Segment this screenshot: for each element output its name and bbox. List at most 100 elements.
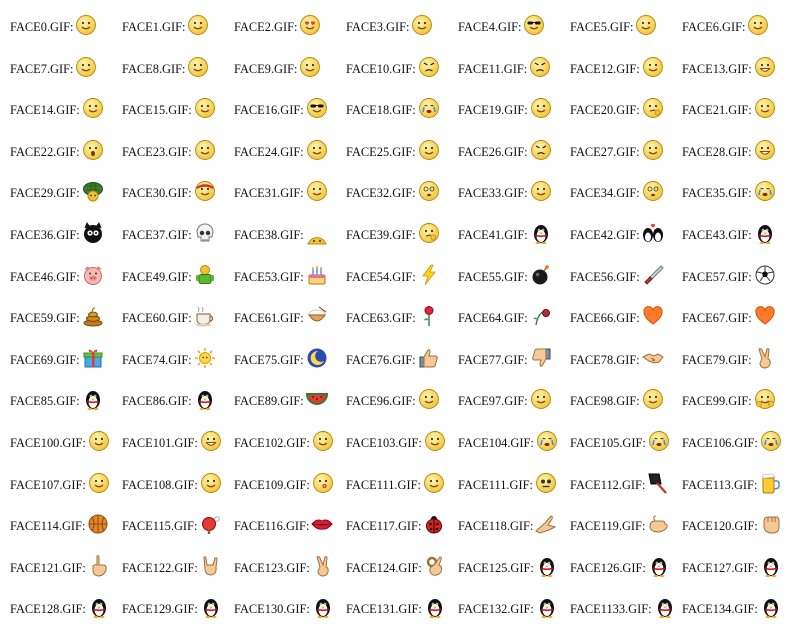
emoticon-filename: FACE132.GIF: <box>458 602 534 617</box>
emoticon-item: FACE21.GIF: <box>682 93 776 119</box>
emoticon-item: FACE24.GIF: <box>234 135 328 161</box>
emoticon-item: FACE28.GIF: <box>682 135 776 161</box>
penguin-icon <box>424 596 446 619</box>
pig-icon <box>82 264 104 286</box>
emoticon-item: FACE53.GIF: <box>234 260 328 286</box>
smiley-face-icon <box>306 139 328 161</box>
heart-icon <box>642 305 664 327</box>
angry-red-face-icon <box>530 139 552 161</box>
emoticon-item: FACE96.GIF: <box>346 384 440 410</box>
emoticon-filename: FACE114.GIF: <box>10 519 86 534</box>
emoticon-filename: FACE63.GIF: <box>346 311 416 326</box>
emoticon-filename: FACE124.GIF: <box>346 560 422 575</box>
thumbs-down-icon <box>530 347 552 369</box>
emoticon-item: FACE3.GIF: <box>346 10 433 36</box>
penguin-icon <box>760 596 782 619</box>
emoticon-item: FACE79.GIF: <box>682 343 776 369</box>
emoticon-item: FACE37.GIF: <box>122 218 216 244</box>
emoticon-filename: FACE127.GIF: <box>682 560 758 575</box>
emoticon-filename: FACE0.GIF: <box>10 20 74 34</box>
emoticon-filename: FACE134.GIF: <box>682 602 758 617</box>
emoticon-filename: FACE2.GIF: <box>234 20 298 34</box>
emoticon-item: FACE107.GIF: <box>10 468 110 494</box>
emoticon-item: FACE102.GIF: <box>234 426 334 452</box>
emoticon-item: FACE30.GIF: <box>122 176 216 202</box>
emoticon-item: FACE111.GIF: <box>458 468 557 494</box>
smiley-face-icon <box>642 388 664 410</box>
emoticon-filename: FACE113.GIF: <box>682 477 758 492</box>
emoticon-filename: FACE67.GIF: <box>682 311 752 326</box>
emoticon-filename: FACE125.GIF: <box>458 560 534 575</box>
emoticon-item: FACE12.GIF: <box>570 52 664 78</box>
smiley-face-icon <box>82 97 104 119</box>
emoticon-item: FACE128.GIF: <box>10 592 110 619</box>
emoticon-filename: FACE43.GIF: <box>682 228 752 242</box>
bandana-face-icon <box>194 180 216 202</box>
emoticon-item: FACE67.GIF: <box>682 301 776 327</box>
emoticon-filename: FACE55.GIF: <box>458 269 528 284</box>
bomb-icon <box>530 264 552 286</box>
basketball-icon <box>87 513 109 535</box>
grin-face-icon <box>200 430 222 452</box>
smiley-face-icon <box>200 472 222 494</box>
emoticon-filename: FACE38.GIF: <box>234 228 304 242</box>
emoticon-item: FACE113.GIF: <box>682 468 781 494</box>
emoticon-filename: FACE120.GIF: <box>682 519 758 534</box>
emoticon-filename: FACE108.GIF: <box>122 477 198 492</box>
emoticon-item: FACE134.GIF: <box>682 592 782 619</box>
emoticon-filename: FACE85.GIF: <box>10 394 80 409</box>
emoticon-item: FACE132.GIF: <box>458 592 558 619</box>
emoticon-item: FACE89.GIF: <box>234 384 328 410</box>
rose-icon <box>418 305 440 327</box>
emoticon-filename: FACE59.GIF: <box>10 311 80 326</box>
emoticon-filename: FACE79.GIF: <box>682 352 752 367</box>
emoticon-filename: FACE5.GIF: <box>570 20 634 34</box>
emoticon-filename: FACE28.GIF: <box>682 144 752 159</box>
smiley-face-icon <box>530 97 552 119</box>
emoticon-grid: FACE0.GIF: FACE1.GIF: FACE2.GIF: FACE3.GIF:… <box>0 0 799 628</box>
emoticon-filename: FACE130.GIF: <box>234 602 310 617</box>
emoticon-item: FACE29.GIF: <box>10 176 104 202</box>
emoticon-filename: FACE111.GIF: <box>458 477 533 492</box>
emoticon-filename: FACE30.GIF: <box>122 186 192 201</box>
emoticon-item: FACE105.GIF: <box>570 426 670 452</box>
emoticon-filename: FACE76.GIF: <box>346 352 416 367</box>
emoticon-item: FACE120.GIF: <box>682 509 782 535</box>
lips-icon <box>311 513 334 535</box>
emoticon-item: FACE106.GIF: <box>682 426 782 452</box>
emoticon-item: FACE39.GIF: <box>346 218 440 244</box>
grin-face-icon <box>754 56 776 78</box>
emoticon-filename: FACE32.GIF: <box>346 186 416 201</box>
emoticon-item: FACE117.GIF: <box>346 509 445 535</box>
rice-bowl-icon <box>306 305 328 327</box>
emoticon-item: FACE15.GIF: <box>122 93 216 119</box>
crying-face-icon <box>418 97 440 119</box>
smiley-face-icon <box>642 139 664 161</box>
emoticon-item: FACE25.GIF: <box>346 135 440 161</box>
emoticon-filename: FACE19.GIF: <box>458 103 528 118</box>
pointing-hand-icon <box>88 555 110 577</box>
gift-icon <box>82 347 104 369</box>
crying-face-icon <box>754 180 776 202</box>
emoticon-item: FACE31.GIF: <box>234 176 328 202</box>
emoticon-filename: FACE121.GIF: <box>10 560 86 575</box>
emoticon-filename: FACE97.GIF: <box>458 394 528 409</box>
emoticon-item: FACE26.GIF: <box>458 135 552 161</box>
emoticon-filename: FACE36.GIF: <box>10 228 80 242</box>
emoticon-filename: FACE1133.GIF: <box>570 602 652 617</box>
emoticon-filename: FACE78.GIF: <box>570 352 640 367</box>
emoticon-item: FACE0.GIF: <box>10 10 97 36</box>
ladybug-icon <box>423 513 445 535</box>
emoticon-filename: FACE66.GIF: <box>570 311 640 326</box>
emoticon-item: FACE63.GIF: <box>346 301 440 327</box>
emoticon-filename: FACE24.GIF: <box>234 144 304 159</box>
rock-hand-icon <box>200 555 222 577</box>
emoticon-item: FACE86.GIF: <box>122 384 216 411</box>
emoticon-filename: FACE129.GIF: <box>122 602 198 617</box>
smiley-face-icon <box>530 388 552 410</box>
penguin-icon <box>312 596 334 619</box>
smiley-face-icon <box>88 430 110 452</box>
emoticon-filename: FACE29.GIF: <box>10 186 80 201</box>
heart-eyes-face-icon <box>299 14 321 36</box>
sunglasses-face-icon <box>523 14 545 36</box>
